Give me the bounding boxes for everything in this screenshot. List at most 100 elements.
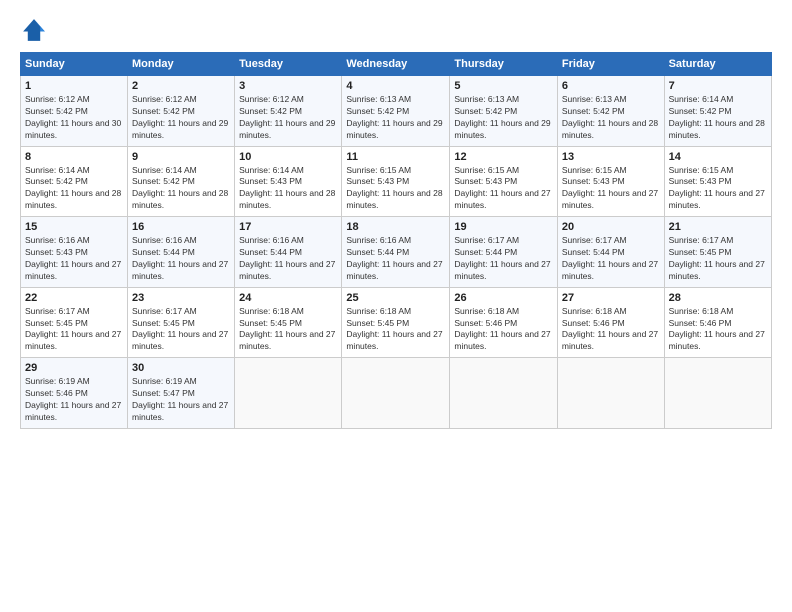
day-number: 24 [239, 292, 337, 304]
day-info: Sunrise: 6:14 AM Sunset: 5:42 PM Dayligh… [669, 94, 767, 142]
day-number: 16 [132, 221, 230, 233]
calendar-cell: 7 Sunrise: 6:14 AM Sunset: 5:42 PM Dayli… [664, 76, 771, 147]
day-info: Sunrise: 6:14 AM Sunset: 5:42 PM Dayligh… [25, 165, 123, 213]
day-number: 28 [669, 292, 767, 304]
calendar-cell: 20 Sunrise: 6:17 AM Sunset: 5:44 PM Dayl… [557, 217, 664, 288]
calendar-cell: 8 Sunrise: 6:14 AM Sunset: 5:42 PM Dayli… [21, 146, 128, 217]
calendar-cell: 25 Sunrise: 6:18 AM Sunset: 5:45 PM Dayl… [342, 287, 450, 358]
day-number: 21 [669, 221, 767, 233]
day-number: 26 [454, 292, 553, 304]
day-info: Sunrise: 6:13 AM Sunset: 5:42 PM Dayligh… [562, 94, 660, 142]
calendar-cell: 26 Sunrise: 6:18 AM Sunset: 5:46 PM Dayl… [450, 287, 558, 358]
calendar-cell [450, 358, 558, 429]
day-number: 29 [25, 362, 123, 374]
day-info: Sunrise: 6:12 AM Sunset: 5:42 PM Dayligh… [132, 94, 230, 142]
calendar-cell: 15 Sunrise: 6:16 AM Sunset: 5:43 PM Dayl… [21, 217, 128, 288]
day-number: 10 [239, 151, 337, 163]
day-info: Sunrise: 6:18 AM Sunset: 5:45 PM Dayligh… [346, 306, 445, 354]
weekday-header-saturday: Saturday [664, 53, 771, 76]
calendar-cell: 14 Sunrise: 6:15 AM Sunset: 5:43 PM Dayl… [664, 146, 771, 217]
calendar-cell: 19 Sunrise: 6:17 AM Sunset: 5:44 PM Dayl… [450, 217, 558, 288]
calendar-cell: 2 Sunrise: 6:12 AM Sunset: 5:42 PM Dayli… [128, 76, 235, 147]
day-number: 2 [132, 80, 230, 92]
day-info: Sunrise: 6:16 AM Sunset: 5:44 PM Dayligh… [239, 235, 337, 283]
day-number: 15 [25, 221, 123, 233]
weekday-header-row: SundayMondayTuesdayWednesdayThursdayFrid… [21, 53, 772, 76]
day-info: Sunrise: 6:14 AM Sunset: 5:43 PM Dayligh… [239, 165, 337, 213]
logo [20, 16, 50, 44]
day-number: 6 [562, 80, 660, 92]
day-number: 5 [454, 80, 553, 92]
day-number: 7 [669, 80, 767, 92]
calendar-cell [664, 358, 771, 429]
day-number: 8 [25, 151, 123, 163]
day-info: Sunrise: 6:12 AM Sunset: 5:42 PM Dayligh… [239, 94, 337, 142]
logo-icon [20, 16, 48, 44]
day-info: Sunrise: 6:15 AM Sunset: 5:43 PM Dayligh… [346, 165, 445, 213]
weekday-header-monday: Monday [128, 53, 235, 76]
day-info: Sunrise: 6:14 AM Sunset: 5:42 PM Dayligh… [132, 165, 230, 213]
calendar-cell: 11 Sunrise: 6:15 AM Sunset: 5:43 PM Dayl… [342, 146, 450, 217]
weekday-header-sunday: Sunday [21, 53, 128, 76]
weekday-header-friday: Friday [557, 53, 664, 76]
calendar-cell: 9 Sunrise: 6:14 AM Sunset: 5:42 PM Dayli… [128, 146, 235, 217]
day-number: 22 [25, 292, 123, 304]
calendar-cell: 18 Sunrise: 6:16 AM Sunset: 5:44 PM Dayl… [342, 217, 450, 288]
day-number: 13 [562, 151, 660, 163]
calendar-cell [557, 358, 664, 429]
day-number: 11 [346, 151, 445, 163]
calendar-cell: 6 Sunrise: 6:13 AM Sunset: 5:42 PM Dayli… [557, 76, 664, 147]
calendar-cell: 5 Sunrise: 6:13 AM Sunset: 5:42 PM Dayli… [450, 76, 558, 147]
day-number: 17 [239, 221, 337, 233]
day-number: 23 [132, 292, 230, 304]
calendar-table: SundayMondayTuesdayWednesdayThursdayFrid… [20, 52, 772, 429]
calendar-cell: 22 Sunrise: 6:17 AM Sunset: 5:45 PM Dayl… [21, 287, 128, 358]
day-info: Sunrise: 6:18 AM Sunset: 5:46 PM Dayligh… [669, 306, 767, 354]
calendar-cell: 24 Sunrise: 6:18 AM Sunset: 5:45 PM Dayl… [235, 287, 342, 358]
day-number: 4 [346, 80, 445, 92]
calendar-cell: 16 Sunrise: 6:16 AM Sunset: 5:44 PM Dayl… [128, 217, 235, 288]
calendar-week-row: 15 Sunrise: 6:16 AM Sunset: 5:43 PM Dayl… [21, 217, 772, 288]
calendar-cell: 3 Sunrise: 6:12 AM Sunset: 5:42 PM Dayli… [235, 76, 342, 147]
day-info: Sunrise: 6:13 AM Sunset: 5:42 PM Dayligh… [346, 94, 445, 142]
day-info: Sunrise: 6:16 AM Sunset: 5:44 PM Dayligh… [132, 235, 230, 283]
calendar-cell: 12 Sunrise: 6:15 AM Sunset: 5:43 PM Dayl… [450, 146, 558, 217]
day-info: Sunrise: 6:16 AM Sunset: 5:43 PM Dayligh… [25, 235, 123, 283]
day-info: Sunrise: 6:12 AM Sunset: 5:42 PM Dayligh… [25, 94, 123, 142]
calendar-week-row: 1 Sunrise: 6:12 AM Sunset: 5:42 PM Dayli… [21, 76, 772, 147]
day-number: 27 [562, 292, 660, 304]
calendar-week-row: 22 Sunrise: 6:17 AM Sunset: 5:45 PM Dayl… [21, 287, 772, 358]
day-number: 1 [25, 80, 123, 92]
calendar-cell: 23 Sunrise: 6:17 AM Sunset: 5:45 PM Dayl… [128, 287, 235, 358]
day-info: Sunrise: 6:19 AM Sunset: 5:47 PM Dayligh… [132, 376, 230, 424]
weekday-header-tuesday: Tuesday [235, 53, 342, 76]
day-info: Sunrise: 6:17 AM Sunset: 5:45 PM Dayligh… [669, 235, 767, 283]
day-info: Sunrise: 6:17 AM Sunset: 5:45 PM Dayligh… [132, 306, 230, 354]
day-info: Sunrise: 6:17 AM Sunset: 5:45 PM Dayligh… [25, 306, 123, 354]
weekday-header-wednesday: Wednesday [342, 53, 450, 76]
calendar-week-row: 8 Sunrise: 6:14 AM Sunset: 5:42 PM Dayli… [21, 146, 772, 217]
day-info: Sunrise: 6:18 AM Sunset: 5:45 PM Dayligh… [239, 306, 337, 354]
calendar-cell: 17 Sunrise: 6:16 AM Sunset: 5:44 PM Dayl… [235, 217, 342, 288]
day-info: Sunrise: 6:17 AM Sunset: 5:44 PM Dayligh… [454, 235, 553, 283]
calendar-cell: 1 Sunrise: 6:12 AM Sunset: 5:42 PM Dayli… [21, 76, 128, 147]
day-info: Sunrise: 6:17 AM Sunset: 5:44 PM Dayligh… [562, 235, 660, 283]
day-number: 18 [346, 221, 445, 233]
weekday-header-thursday: Thursday [450, 53, 558, 76]
day-info: Sunrise: 6:18 AM Sunset: 5:46 PM Dayligh… [562, 306, 660, 354]
calendar-cell: 4 Sunrise: 6:13 AM Sunset: 5:42 PM Dayli… [342, 76, 450, 147]
day-number: 12 [454, 151, 553, 163]
calendar-cell: 28 Sunrise: 6:18 AM Sunset: 5:46 PM Dayl… [664, 287, 771, 358]
calendar-cell: 21 Sunrise: 6:17 AM Sunset: 5:45 PM Dayl… [664, 217, 771, 288]
day-info: Sunrise: 6:16 AM Sunset: 5:44 PM Dayligh… [346, 235, 445, 283]
day-number: 14 [669, 151, 767, 163]
day-info: Sunrise: 6:13 AM Sunset: 5:42 PM Dayligh… [454, 94, 553, 142]
calendar-cell: 13 Sunrise: 6:15 AM Sunset: 5:43 PM Dayl… [557, 146, 664, 217]
calendar-cell: 10 Sunrise: 6:14 AM Sunset: 5:43 PM Dayl… [235, 146, 342, 217]
calendar-week-row: 29 Sunrise: 6:19 AM Sunset: 5:46 PM Dayl… [21, 358, 772, 429]
calendar-cell [235, 358, 342, 429]
day-info: Sunrise: 6:15 AM Sunset: 5:43 PM Dayligh… [669, 165, 767, 213]
calendar-cell: 29 Sunrise: 6:19 AM Sunset: 5:46 PM Dayl… [21, 358, 128, 429]
day-info: Sunrise: 6:15 AM Sunset: 5:43 PM Dayligh… [562, 165, 660, 213]
calendar-cell: 30 Sunrise: 6:19 AM Sunset: 5:47 PM Dayl… [128, 358, 235, 429]
